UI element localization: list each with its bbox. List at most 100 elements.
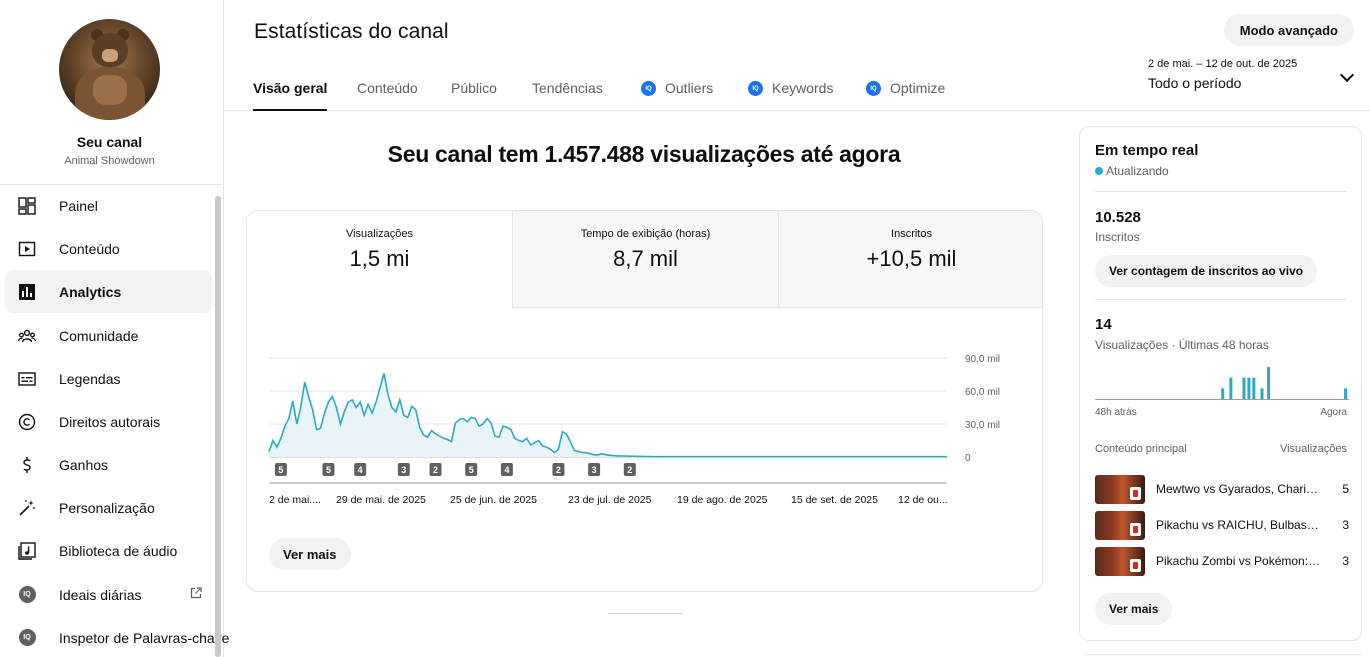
metric-value: +10,5 mil (866, 246, 957, 271)
sidebar-item-biblioteca-de-udio[interactable]: Biblioteca de áudio (5, 529, 212, 572)
top-video-row[interactable]: Mewtwo vs Gyarados, Charizard, Blastoise… (1095, 474, 1349, 504)
sidebar-item-painel[interactable]: Painel (5, 184, 212, 227)
sidebar-item-label: Biblioteca de áudio (59, 542, 178, 559)
top-video-row[interactable]: Pikachu Zombi vs Pokémon: Sobrevivência … (1095, 546, 1349, 576)
realtime-card: Em tempo real Atualizando 10.528 Inscrit… (1079, 126, 1362, 641)
tab-vis-o-geral[interactable]: Visão geral (253, 70, 328, 111)
upload-marker-count: 4 (358, 465, 363, 475)
video-thumbnail (1095, 546, 1145, 576)
sidebar-item-analytics[interactable]: Analytics (5, 270, 212, 313)
sidebar-item-label: Comunidade (59, 327, 139, 344)
analytics-icon (17, 282, 37, 302)
tab-label: Visão geral (253, 80, 328, 96)
views-chart[interactable]: 0 30,0 mil 60,0 mil 90,0 mil 5 5 4 3 2 5 4 2 3 2 2 de … (247, 308, 1042, 518)
sidebar-item-ideais-di-rias[interactable]: IQ Ideais diárias (5, 573, 212, 616)
content-icon (17, 239, 37, 259)
metric-label: Tempo de exibição (horas) (580, 228, 711, 240)
y-tick-label: 0 (965, 453, 971, 464)
y-tick-label: 30,0 mil (965, 420, 1000, 431)
period-label: Todo o período (1148, 75, 1242, 91)
tab-label: Keywords (772, 80, 834, 96)
sidebar-item-legendas[interactable]: Legendas (5, 357, 212, 400)
realtime-views-label: Visualizações · Últimas 48 horas (1095, 338, 1269, 352)
shorts-icon (1130, 558, 1141, 572)
overview-card: Visualizações 1,5 mi Tempo de exibição (… (246, 210, 1043, 592)
realtime-bar (1267, 367, 1271, 399)
realtime-bar (1221, 388, 1225, 399)
x-tick-label: 12 de ou... (898, 494, 948, 506)
sidebar-scrollbar[interactable] (215, 196, 221, 657)
realtime-views-chart[interactable] (1095, 359, 1349, 401)
see-more-button[interactable]: Ver mais (269, 538, 351, 570)
iq-icon: IQ (17, 585, 37, 605)
tab-label: Outliers (665, 80, 714, 96)
tab-label: Tendências (532, 80, 603, 96)
sidebar-item-label: Analytics (59, 283, 122, 300)
total-views-headline: Seu canal tem 1.457.488 visualizações at… (387, 141, 901, 167)
iq-icon: IQ (748, 81, 763, 96)
video-thumbnail (1095, 510, 1145, 540)
copyright-icon (17, 412, 37, 432)
external-link-icon[interactable] (190, 587, 202, 602)
x-tick-label: 19 de ago. de 2025 (677, 494, 768, 506)
sidebar-item-personaliza-o[interactable]: Personalização (5, 486, 212, 529)
sidebar-item-label: Conteúdo (59, 240, 120, 257)
live-dot-icon (1095, 167, 1103, 175)
carousel-indicator (608, 613, 683, 614)
upload-marker-count: 5 (278, 465, 283, 475)
advanced-mode-button[interactable]: Modo avançado (1223, 14, 1354, 46)
channel-handle: Animal Showdown (64, 155, 155, 167)
divider (1095, 299, 1347, 300)
sidebar-item-label: Direitos autorais (59, 413, 161, 430)
top-video-row[interactable]: Pikachu vs RAICHU, Bulbasaur, Squirtle 3 (1095, 510, 1349, 540)
tab-tend-ncias[interactable]: Tendências (532, 70, 603, 111)
video-title: Mewtwo vs Gyarados, Charizard, Blastoise (1156, 482, 1321, 496)
realtime-views-count: 14 (1095, 316, 1112, 333)
upload-marker-count: 5 (326, 465, 331, 475)
live-subscriber-count-button[interactable]: Ver contagem de inscritos ao vivo (1095, 255, 1318, 287)
sidebar: Seu canal Animal Showdown Painel Conteúdo… (0, 0, 229, 657)
audio-library-icon (17, 541, 37, 561)
y-tick-label: 60,0 mil (965, 387, 1000, 398)
divider (1095, 191, 1347, 192)
sidebar-item-label: Legendas (59, 370, 121, 387)
video-views: 3 (1342, 554, 1349, 568)
sidebar-item-conte-do[interactable]: Conteúdo (5, 227, 212, 270)
sidebar-item-label: Personalização (59, 499, 155, 516)
upload-marker-count: 3 (592, 465, 597, 475)
sidebar-item-direitos-autorais[interactable]: Direitos autorais (5, 400, 212, 443)
tab-label: Público (451, 80, 497, 96)
sidebar-item-ganhos[interactable]: Ganhos (5, 443, 212, 486)
period-range: 2 de mai. – 12 de out. de 2025 (1148, 58, 1298, 70)
tab-conte-do[interactable]: Conteúdo (357, 70, 418, 111)
video-thumbnail (1095, 474, 1145, 504)
tab-keywords[interactable]: IQ Keywords (748, 70, 833, 111)
x-tick-label: 2 de mai.... (269, 494, 321, 506)
realtime-see-more-button[interactable]: Ver mais (1095, 593, 1173, 625)
channel-name: Seu canal (76, 134, 143, 150)
sidebar-item-comunidade[interactable]: Comunidade (5, 314, 212, 357)
sidebar-item-inspetor-de-palavras-chave[interactable]: IQ Inspetor de Palavras-chave (5, 616, 229, 657)
metric-tab-views[interactable]: Visualizações 1,5 mi (247, 211, 512, 308)
x-tick-label: 29 de mai. de 2025 (336, 494, 426, 506)
video-views: 3 (1342, 518, 1349, 532)
series-area (269, 373, 947, 457)
realtime-status: Atualizando (1095, 164, 1169, 178)
realtime-bar (1344, 388, 1348, 399)
page-header: Estatísticas do canal Modo avançado Visã… (224, 0, 1370, 111)
metric-tab-watch-time[interactable]: Tempo de exibição (horas) 8,7 mil (512, 211, 778, 308)
avatar[interactable] (59, 19, 160, 120)
period-selector[interactable]: 2 de mai. – 12 de out. de 2025 Todo o pe… (1148, 58, 1358, 91)
sidebar-item-label: Inspetor de Palavras-chave (59, 629, 230, 646)
tab-optimize[interactable]: IQ Optimize (866, 70, 945, 111)
tab-outliers[interactable]: IQ Outliers (641, 70, 713, 111)
realtime-bar (1242, 377, 1246, 399)
earn-icon (17, 455, 37, 475)
upload-marker-count: 2 (556, 465, 561, 475)
tab-p-blico[interactable]: Público (451, 70, 497, 111)
tab-label: Conteúdo (357, 80, 418, 96)
community-icon (17, 326, 37, 346)
dashboard-icon (17, 196, 37, 216)
realtime-title: Em tempo real (1095, 142, 1199, 159)
metric-tab-subscribers[interactable]: Inscritos +10,5 mil (778, 211, 1042, 308)
